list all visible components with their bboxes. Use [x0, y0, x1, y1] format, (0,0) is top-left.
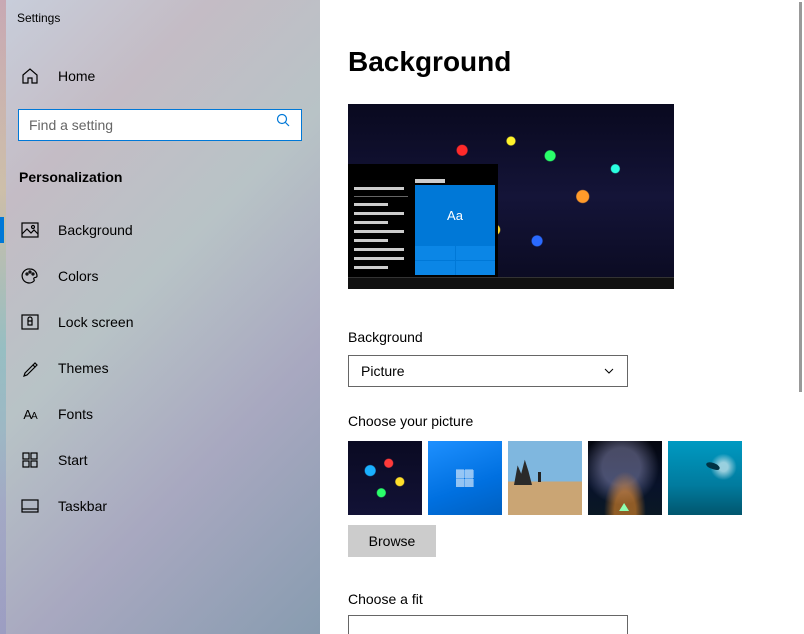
- search-container: [18, 109, 302, 141]
- nav-label: Themes: [58, 360, 109, 376]
- background-dropdown-label: Background: [348, 329, 768, 345]
- sidebar-item-taskbar[interactable]: Taskbar: [0, 483, 320, 529]
- scrollbar[interactable]: [799, 2, 802, 392]
- picture-thumbnail-5[interactable]: [668, 441, 742, 515]
- choose-fit-label: Choose a fit: [348, 591, 768, 607]
- desktop-preview: Aa: [348, 104, 674, 289]
- nav-list: Background Colors Lock screen Themes AA …: [0, 207, 320, 529]
- background-dropdown-value: Picture: [361, 363, 405, 379]
- page-title: Background: [348, 46, 768, 78]
- picture-thumbnail-3[interactable]: [508, 441, 582, 515]
- nav-label: Start: [58, 452, 88, 468]
- home-nav-item[interactable]: Home: [0, 53, 320, 99]
- preview-sample-text: Aa: [415, 185, 495, 245]
- sidebar: Settings Home Personalization Background…: [0, 0, 320, 634]
- chevron-down-icon: [603, 365, 615, 377]
- picture-thumbnail-1[interactable]: [348, 441, 422, 515]
- window-title: Settings: [0, 0, 320, 25]
- fit-dropdown[interactable]: [348, 615, 628, 634]
- home-icon: [21, 67, 39, 85]
- picture-icon: [21, 221, 39, 239]
- themes-icon: [21, 359, 39, 377]
- picture-thumbnail-2[interactable]: [428, 441, 502, 515]
- nav-label: Fonts: [58, 406, 93, 422]
- sidebar-item-background[interactable]: Background: [0, 207, 320, 253]
- sidebar-item-colors[interactable]: Colors: [0, 253, 320, 299]
- nav-label: Background: [58, 222, 133, 238]
- preview-taskbar: [348, 277, 674, 289]
- taskbar-icon: [21, 497, 39, 515]
- preview-decoration: [415, 179, 445, 183]
- preview-tile-group: Aa: [415, 185, 495, 275]
- fonts-icon: AA: [21, 405, 39, 423]
- search-input[interactable]: [18, 109, 302, 141]
- lock-screen-icon: [21, 313, 39, 331]
- sidebar-item-lock-screen[interactable]: Lock screen: [0, 299, 320, 345]
- nav-label: Taskbar: [58, 498, 107, 514]
- start-icon: [21, 451, 39, 469]
- picture-thumbnails: [348, 441, 768, 515]
- nav-label: Colors: [58, 268, 98, 284]
- choose-picture-label: Choose your picture: [348, 413, 768, 429]
- section-header: Personalization: [0, 141, 320, 185]
- palette-icon: [21, 267, 39, 285]
- main-panel: Background Aa Background Picture Choose …: [320, 0, 804, 634]
- picture-thumbnail-4[interactable]: [588, 441, 662, 515]
- sidebar-item-themes[interactable]: Themes: [0, 345, 320, 391]
- browse-button[interactable]: Browse: [348, 525, 436, 557]
- sidebar-item-fonts[interactable]: AA Fonts: [0, 391, 320, 437]
- home-label: Home: [58, 68, 95, 84]
- nav-label: Lock screen: [58, 314, 133, 330]
- sidebar-item-start[interactable]: Start: [0, 437, 320, 483]
- background-dropdown[interactable]: Picture: [348, 355, 628, 387]
- preview-start-list: [354, 187, 408, 275]
